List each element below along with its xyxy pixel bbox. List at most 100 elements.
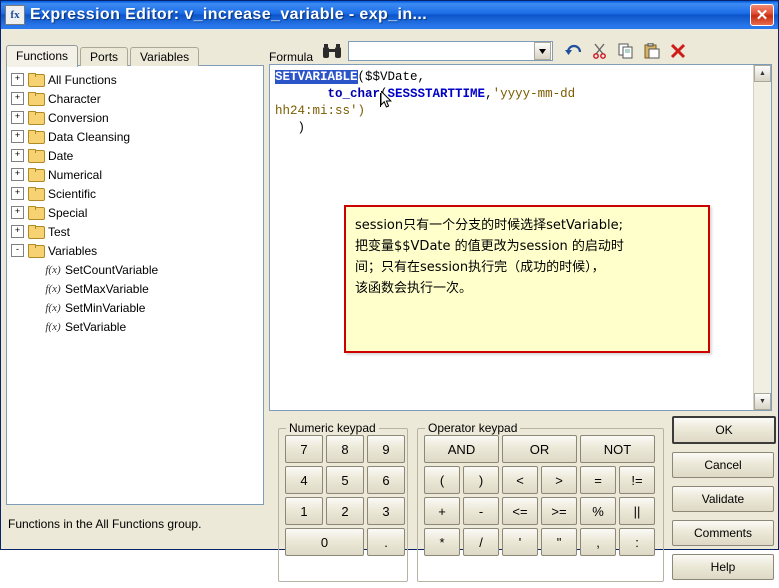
collapse-icon[interactable]: - <box>11 244 24 257</box>
tree-node-conversion[interactable]: + Conversion <box>11 108 263 127</box>
tab-variables[interactable]: Variables <box>130 47 200 66</box>
key-9[interactable]: 9 <box>367 435 405 463</box>
scroll-down-button[interactable]: ▼ <box>754 393 771 410</box>
key-single-quote[interactable]: ' <box>502 528 538 556</box>
folder-icon <box>28 92 45 106</box>
formula-combo[interactable] <box>348 41 554 61</box>
note-line-4: 该函数会执行一次。 <box>355 281 473 296</box>
numeric-keypad-group: Numeric keypad 7 8 9 4 5 6 1 2 3 0 . <box>278 421 408 582</box>
key-1[interactable]: 1 <box>285 497 323 525</box>
expander-icon[interactable]: + <box>11 92 24 105</box>
key-6[interactable]: 6 <box>367 466 405 494</box>
tree-item-setcountvariable[interactable]: f(x) SetCountVariable <box>11 260 263 279</box>
key-4[interactable]: 4 <box>285 466 323 494</box>
tree-item-setminvariable[interactable]: f(x) SetMinVariable <box>11 298 263 317</box>
expander-icon[interactable]: + <box>11 225 24 238</box>
key-open-paren[interactable]: ( <box>424 466 460 494</box>
key-and[interactable]: AND <box>424 435 499 463</box>
delete-button[interactable] <box>667 40 689 62</box>
expander-icon[interactable]: + <box>11 168 24 181</box>
key-dot[interactable]: . <box>367 528 405 556</box>
tree-node-numerical[interactable]: + Numerical <box>11 165 263 184</box>
functions-panel: Functions Ports Variables + All Function… <box>6 44 264 543</box>
cut-button[interactable] <box>589 40 611 62</box>
function-tree[interactable]: + All Functions + Character + Conversion <box>6 65 264 505</box>
key-minus[interactable]: - <box>463 497 499 525</box>
key-7[interactable]: 7 <box>285 435 323 463</box>
expander-icon[interactable]: + <box>11 73 24 86</box>
editor-scrollbar[interactable]: ▲ ▼ <box>753 65 771 410</box>
help-button[interactable]: Help <box>672 554 774 580</box>
key-3[interactable]: 3 <box>367 497 405 525</box>
key-concat[interactable]: || <box>619 497 655 525</box>
numeric-keypad-grid: 7 8 9 4 5 6 1 2 3 0 . <box>279 429 407 562</box>
folder-icon <box>28 206 45 220</box>
comments-button[interactable]: Comments <box>672 520 774 546</box>
key-plus[interactable]: + <box>424 497 460 525</box>
key-not[interactable]: NOT <box>580 435 655 463</box>
key-divide[interactable]: / <box>463 528 499 556</box>
tree-node-test[interactable]: + Test <box>11 222 263 241</box>
binoculars-icon[interactable] <box>321 42 343 60</box>
tree-item-label: SetMaxVariable <box>65 281 149 296</box>
function-icon: f(x) <box>45 263 61 276</box>
key-close-paren[interactable]: ) <box>463 466 499 494</box>
key-or[interactable]: OR <box>502 435 577 463</box>
code-arg: SESSSTARTTIME <box>387 87 486 101</box>
tree-node-label: Scientific <box>48 186 97 201</box>
expression-editor-window: fx Expression Editor: v_increase_variabl… <box>0 0 779 582</box>
key-percent[interactable]: % <box>580 497 616 525</box>
key-8[interactable]: 8 <box>326 435 364 463</box>
key-5[interactable]: 5 <box>326 466 364 494</box>
key-comma[interactable]: , <box>580 528 616 556</box>
close-button[interactable]: ✕ <box>750 4 774 26</box>
tree-node-variables[interactable]: - Variables <box>11 241 263 260</box>
formula-editor[interactable]: SETVARIABLE($$VDate, to_char(SESSSTARTTI… <box>269 64 772 411</box>
key-less-than[interactable]: < <box>502 466 538 494</box>
expander-icon[interactable]: + <box>11 130 24 143</box>
scroll-up-button[interactable]: ▲ <box>754 65 771 82</box>
folder-icon <box>28 225 45 239</box>
tree-node-date[interactable]: + Date <box>11 146 263 165</box>
paste-button[interactable] <box>641 40 663 62</box>
tree-item-setvariable[interactable]: f(x) SetVariable <box>11 317 263 336</box>
tree-item-setmaxvariable[interactable]: f(x) SetMaxVariable <box>11 279 263 298</box>
key-2[interactable]: 2 <box>326 497 364 525</box>
key-double-quote[interactable]: " <box>541 528 577 556</box>
chevron-down-icon[interactable] <box>534 42 552 60</box>
tree-node-special[interactable]: + Special <box>11 203 263 222</box>
folder-icon <box>28 168 45 182</box>
key-greater-than[interactable]: > <box>541 466 577 494</box>
key-not-equals[interactable]: != <box>619 466 655 494</box>
tree-node-data-cleansing[interactable]: + Data Cleansing <box>11 127 263 146</box>
key-less-equal[interactable]: <= <box>502 497 538 525</box>
tree-node-all-functions[interactable]: + All Functions <box>11 70 263 89</box>
tree-node-character[interactable]: + Character <box>11 89 263 108</box>
validate-button[interactable]: Validate <box>672 486 774 512</box>
note-line-3: 间；只有在session执行完（成功的时候）， <box>355 260 605 275</box>
dialog-buttons: OK Cancel Validate Comments Help <box>672 416 776 588</box>
ok-button[interactable]: OK <box>672 416 776 444</box>
note-line-1: session只有一个分支的时候选择setVariable; <box>355 218 624 233</box>
tree-item-label: SetVariable <box>65 319 127 334</box>
expander-icon[interactable]: + <box>11 187 24 200</box>
folder-icon <box>28 187 45 201</box>
tree-node-label: Test <box>48 224 71 239</box>
tree-node-label: Variables <box>48 243 98 258</box>
operator-keypad-title: Operator keypad <box>425 421 521 435</box>
cancel-button[interactable]: Cancel <box>672 452 774 478</box>
tree-node-scientific[interactable]: + Scientific <box>11 184 263 203</box>
key-multiply[interactable]: * <box>424 528 460 556</box>
key-colon[interactable]: : <box>619 528 655 556</box>
expander-icon[interactable]: + <box>11 149 24 162</box>
expander-icon[interactable]: + <box>11 111 24 124</box>
expander-icon[interactable]: + <box>11 206 24 219</box>
key-0[interactable]: 0 <box>285 528 364 556</box>
copy-button[interactable] <box>615 40 637 62</box>
undo-button[interactable] <box>563 40 585 62</box>
tab-functions[interactable]: Functions <box>6 45 79 67</box>
formula-input[interactable] <box>349 43 535 59</box>
tab-ports[interactable]: Ports <box>80 47 129 66</box>
key-greater-equal[interactable]: >= <box>541 497 577 525</box>
key-equals[interactable]: = <box>580 466 616 494</box>
